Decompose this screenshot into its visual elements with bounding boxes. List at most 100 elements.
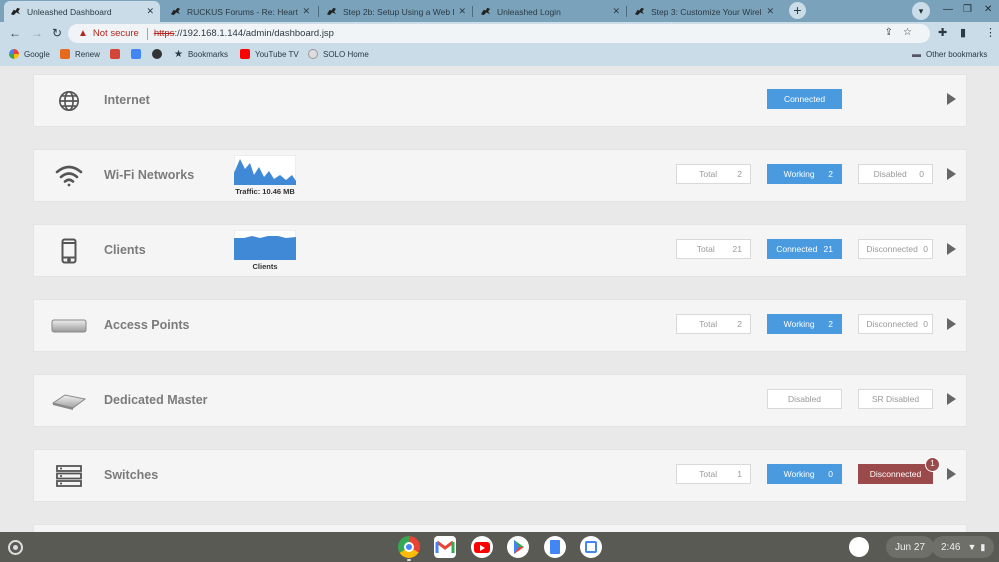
tab-strip: Unleashed Dashboard ✕ RUCKUS Forums - Re…	[0, 0, 999, 22]
star-icon: ★	[174, 49, 183, 60]
security-status[interactable]: Not secure	[93, 28, 139, 39]
chrome-icon[interactable]	[398, 536, 420, 558]
ruckus-dog-icon	[481, 7, 490, 16]
wifi-total[interactable]: Total 2	[676, 164, 751, 184]
globe-icon	[52, 87, 86, 115]
clients-connected[interactable]: Connected 21	[767, 239, 842, 259]
ap-working[interactable]: Working 2	[767, 314, 842, 334]
bookmark-globe[interactable]	[152, 49, 167, 59]
minimize-button[interactable]: —	[943, 4, 953, 15]
tab-customize-wireless[interactable]: Step 3: Customize Your Wireless ✕	[628, 1, 780, 22]
bookmark-photos[interactable]	[131, 49, 146, 59]
clients-disconnected[interactable]: Disconnected 0	[858, 239, 933, 259]
wifi-status-icon: ▼	[967, 542, 977, 552]
wifi-disabled[interactable]: Disabled 0	[858, 164, 933, 184]
card-title: Wi-Fi Networks	[104, 168, 195, 182]
alert-count-badge: 1	[925, 457, 940, 472]
ruckus-dog-icon	[635, 7, 644, 16]
tab-label: RUCKUS Forums - Re: Heartbeat	[187, 6, 298, 17]
play-store-icon[interactable]	[507, 536, 529, 558]
more-menu-icon[interactable]: ⋮	[985, 26, 996, 39]
ap-total[interactable]: Total 2	[676, 314, 751, 334]
tab-unleashed-login[interactable]: Unleashed Login ✕	[474, 1, 626, 22]
user-avatar[interactable]	[849, 537, 869, 557]
close-window-button[interactable]: ✕	[984, 4, 992, 15]
wifi-networks-card[interactable]: Wi-Fi Networks Traffic: 10.46 MB Total 2…	[33, 149, 967, 202]
master-status[interactable]: Disabled	[767, 389, 842, 409]
tab-setup-web-browser[interactable]: Step 2b: Setup Using a Web Brow ✕	[320, 1, 472, 22]
sidepanel-icon[interactable]: ▮	[960, 26, 966, 39]
clients-card[interactable]: Clients Clients Total 21 Connected 21 Di…	[33, 224, 967, 277]
bookmark-star-icon[interactable]: ☆	[903, 27, 922, 38]
browser-toolbar: ← → ↻ ▲ Not secure https ://192.168.1.14…	[0, 22, 999, 45]
close-icon[interactable]: ✕	[302, 6, 310, 17]
switches-disconnected[interactable]: Disconnected	[858, 464, 933, 484]
switches-total[interactable]: Total 1	[676, 464, 751, 484]
warning-icon: ▲	[78, 28, 88, 39]
tab-ruckus-forums[interactable]: RUCKUS Forums - Re: Heartbeat ✕	[164, 1, 316, 22]
forward-arrow-icon[interactable]: →	[31, 26, 43, 40]
tab-search-button[interactable]: ▾	[912, 2, 930, 20]
url-scheme: https	[153, 28, 175, 39]
tab-label: Step 3: Customize Your Wireless	[651, 6, 763, 17]
switches-working[interactable]: Working 0	[767, 464, 842, 484]
bookmark-renew[interactable]: Renew	[60, 49, 100, 59]
close-icon[interactable]: ✕	[146, 6, 154, 17]
new-tab-button[interactable]: +	[789, 2, 806, 19]
bookmarks-bar: Google Renew ★ Bookmarks YouTube TV SOLO…	[0, 45, 999, 66]
card-title: Switches	[104, 468, 159, 482]
calendar-icon[interactable]	[580, 536, 602, 558]
back-arrow-icon[interactable]: ←	[9, 26, 21, 40]
expand-arrow-icon[interactable]	[947, 318, 956, 330]
dedicated-master-card[interactable]: Dedicated Master Disabled SR Disabled	[33, 374, 967, 427]
switches-card[interactable]: Switches Total 1 Working 0 Disconnected …	[33, 449, 967, 502]
ruckus-dog-icon	[11, 7, 20, 16]
date-pill[interactable]: Jun 27	[886, 536, 935, 558]
bookmark-bookmarks[interactable]: ★ Bookmarks	[174, 49, 228, 60]
bookmark-solo-home[interactable]: SOLO Home	[308, 49, 369, 59]
expand-arrow-icon[interactable]	[947, 93, 956, 105]
master-ap-icon	[50, 387, 88, 415]
internet-status[interactable]: Connected	[767, 89, 842, 109]
clients-total[interactable]: Total 21	[676, 239, 751, 259]
bookmark-youtube-tv[interactable]: YouTube TV	[240, 49, 299, 59]
share-icon[interactable]: ⇪	[885, 27, 903, 38]
bookmark-google[interactable]: Google	[9, 49, 50, 59]
launcher-icon[interactable]	[8, 540, 23, 555]
wifi-working[interactable]: Working 2	[767, 164, 842, 184]
card-title: Internet	[104, 93, 150, 107]
internet-card[interactable]: Internet Connected	[33, 74, 967, 127]
maximize-button[interactable]: ❐	[963, 4, 972, 15]
sr-status[interactable]: SR Disabled	[858, 389, 933, 409]
gmail-icon	[110, 49, 120, 59]
expand-arrow-icon[interactable]	[947, 168, 956, 180]
ruckus-dog-icon	[171, 7, 180, 16]
youtube-icon[interactable]	[471, 536, 493, 558]
address-bar[interactable]: ▲ Not secure https ://192.168.1.144/admi…	[68, 24, 930, 43]
photos-icon	[131, 49, 141, 59]
expand-arrow-icon[interactable]	[947, 243, 956, 255]
ruckus-icon	[60, 49, 70, 59]
extensions-icon[interactable]: ✚	[938, 26, 947, 39]
access-points-card[interactable]: Access Points Total 2 Working 2 Disconne…	[33, 299, 967, 352]
expand-arrow-icon[interactable]	[947, 468, 956, 480]
card-title: Access Points	[104, 318, 190, 332]
close-icon[interactable]: ✕	[766, 6, 774, 17]
os-shelf: Jun 27 2:46 ▼ ▮	[0, 532, 999, 562]
switch-stack-icon	[52, 462, 86, 490]
close-icon[interactable]: ✕	[458, 6, 466, 17]
wifi-icon	[52, 162, 86, 190]
gmail-icon[interactable]	[434, 536, 456, 558]
tab-label: Step 2b: Setup Using a Web Brow	[343, 6, 454, 17]
other-bookmarks[interactable]: ▬ Other bookmarks	[912, 49, 987, 59]
close-icon[interactable]: ✕	[612, 6, 620, 17]
ap-disconnected[interactable]: Disconnected 0	[858, 314, 933, 334]
dashboard-page: Internet Connected Wi-Fi Networks Traffi…	[0, 66, 999, 532]
bookmark-gmail[interactable]	[110, 49, 125, 59]
reload-icon[interactable]: ↻	[52, 26, 62, 40]
status-tray[interactable]: 2:46 ▼ ▮	[932, 536, 995, 558]
expand-arrow-icon[interactable]	[947, 393, 956, 405]
tab-unleashed-dashboard[interactable]: Unleashed Dashboard ✕	[4, 1, 160, 22]
clock: 2:46	[941, 541, 961, 553]
docs-icon[interactable]	[544, 536, 566, 558]
